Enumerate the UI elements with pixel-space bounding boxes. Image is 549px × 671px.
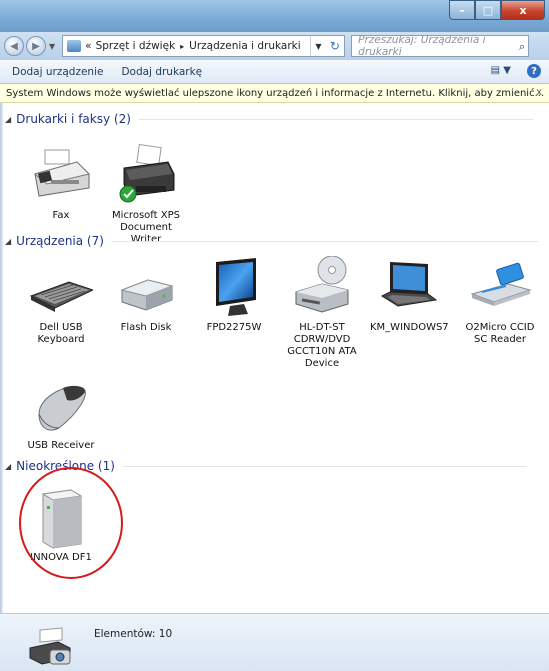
search-icon[interactable]: ⌕ — [519, 40, 525, 54]
group-header-devices[interactable]: ◢ Urządzenia (7) — [5, 233, 541, 249]
devices-printers-icon — [28, 626, 76, 668]
device-item[interactable]: FPD2275W — [196, 256, 272, 334]
device-label: FPD2275W — [206, 322, 262, 333]
info-bar-close-icon[interactable]: x — [536, 87, 542, 98]
card-reader-icon — [468, 256, 532, 320]
cd-drive-icon — [290, 255, 354, 320]
collapse-arrow-icon[interactable]: ◢ — [5, 115, 11, 124]
group-divider — [122, 465, 527, 467]
group-title: Urządzenia (7) — [16, 234, 104, 248]
group-title: Drukarki i faksy (2) — [16, 112, 131, 126]
add-device-button[interactable]: Dodaj urządzenie — [0, 66, 112, 78]
address-root-chevron[interactable]: « — [85, 40, 91, 52]
collapse-arrow-icon[interactable]: ◢ — [5, 237, 11, 246]
device-item[interactable]: Dell USB Keyboard — [23, 256, 99, 346]
breadcrumb-devices-and-printers[interactable]: Urządzenia i drukarki — [189, 40, 300, 52]
fax-icon — [29, 144, 93, 208]
minimize-button[interactable]: – — [449, 0, 475, 20]
devices-and-printers-window: – □ x ◀ ▶ ▼ « Sprzęt i dźwięk ▸ Urządzen… — [0, 0, 549, 671]
printer-icon — [114, 143, 178, 208]
address-dropdown-icon[interactable]: ▼ — [315, 42, 321, 51]
device-label: O2Micro CCID SC Reader — [465, 322, 535, 345]
device-label: Dell USB Keyboard — [37, 322, 85, 345]
close-button[interactable]: x — [501, 0, 545, 20]
address-bar[interactable]: « Sprzęt i dźwięk ▸ Urządzenia i drukark… — [62, 35, 346, 57]
refresh-icon[interactable]: ↻ — [330, 39, 340, 53]
collapse-arrow-icon[interactable]: ◢ — [5, 462, 11, 471]
forward-arrow-icon: ▶ — [32, 40, 40, 52]
maximize-button[interactable]: □ — [475, 0, 501, 20]
status-bar: Elementów: 10 — [0, 613, 549, 671]
group-divider — [138, 118, 533, 120]
monitor-icon — [202, 256, 266, 320]
command-bar: Dodaj urządzenie Dodaj drukarkę ▤ ▼ ? — [0, 60, 549, 84]
item-count: Elementów: 10 — [94, 628, 173, 640]
device-item[interactable]: Fax — [23, 144, 99, 222]
flash-disk-icon — [114, 256, 178, 320]
group-header-printers[interactable]: ◢ Drukarki i faksy (2) — [5, 111, 541, 127]
recent-pages-dropdown[interactable]: ▼ — [49, 42, 55, 51]
info-bar[interactable]: System Windows może wyświetlać ulepszone… — [0, 84, 549, 103]
device-item[interactable]: KM_WINDOWS7 — [370, 256, 449, 334]
device-label: Fax — [52, 210, 70, 221]
left-edge-strip — [0, 103, 3, 613]
device-item[interactable]: USB Receiver — [23, 374, 99, 452]
view-options-icon[interactable]: ▤ ▼ — [491, 65, 511, 76]
title-bar[interactable]: – □ x — [0, 0, 549, 32]
group-divider — [111, 240, 538, 242]
back-button[interactable]: ◀ — [4, 36, 24, 56]
annotation-circle — [19, 467, 123, 579]
device-item[interactable]: HL-DT-ST CDRW/DVD GCCT10N ATA Device — [284, 255, 360, 370]
forward-button[interactable]: ▶ — [26, 36, 46, 56]
control-panel-icon — [67, 40, 82, 52]
breadcrumb-separator-icon[interactable]: ▸ — [180, 42, 184, 51]
add-printer-button[interactable]: Dodaj drukarkę — [112, 66, 211, 78]
address-controls: ▼ ↻ — [310, 36, 344, 56]
search-placeholder: Przeszukaj: Urządzenia i drukarki — [358, 34, 486, 58]
keyboard-icon — [29, 256, 95, 320]
window-controls: – □ x — [449, 0, 545, 20]
mouse-icon — [29, 374, 93, 438]
laptop-icon — [376, 256, 440, 320]
device-item[interactable]: O2Micro CCID SC Reader — [462, 256, 538, 346]
device-label: HL-DT-ST CDRW/DVD GCCT10N ATA Device — [287, 322, 357, 369]
navigation-row: ◀ ▶ ▼ « Sprzęt i dźwięk ▸ Urządzenia i d… — [0, 32, 549, 60]
help-icon[interactable]: ? — [527, 64, 541, 78]
search-input[interactable]: Przeszukaj: Urządzenia i drukarki ⌕ — [351, 34, 530, 58]
info-bar-text[interactable]: System Windows może wyświetlać ulepszone… — [6, 88, 544, 99]
device-item[interactable]: Flash Disk — [108, 256, 184, 334]
breadcrumb-hardware-and-sound[interactable]: Sprzęt i dźwięk — [96, 40, 176, 52]
device-label: KM_WINDOWS7 — [370, 322, 449, 333]
device-item[interactable]: Microsoft XPS Document Writer — [108, 143, 184, 246]
device-label: USB Receiver — [27, 440, 95, 451]
device-label: Flash Disk — [120, 322, 172, 333]
back-arrow-icon: ◀ — [10, 40, 18, 52]
